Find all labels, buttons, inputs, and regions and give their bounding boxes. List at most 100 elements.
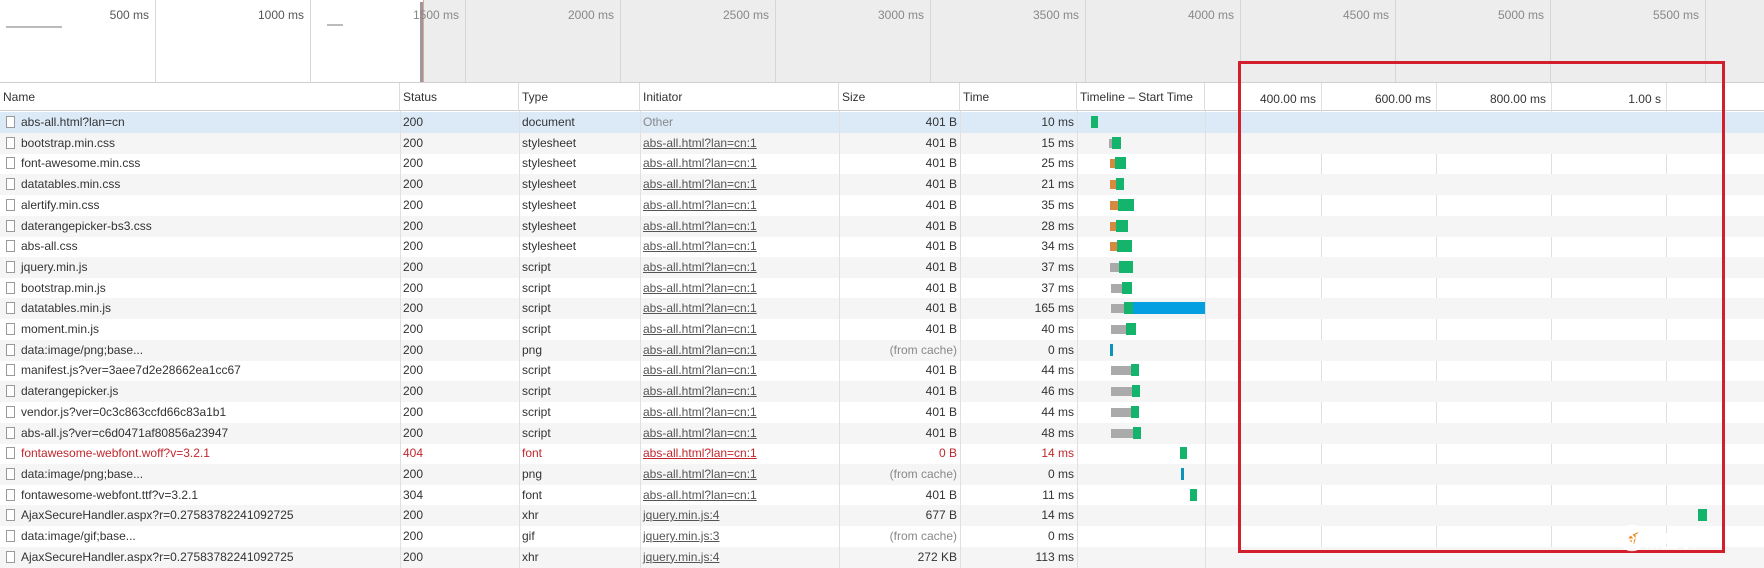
initiator-link[interactable]: abs-all.html?lan=cn:1 [643, 156, 757, 170]
column-divider [640, 111, 641, 568]
initiator-link[interactable]: abs-all.html?lan=cn:1 [643, 322, 757, 336]
request-initiator[interactable]: abs-all.html?lan=cn:1 [640, 236, 839, 257]
initiator-link[interactable]: abs-all.html?lan=cn:1 [643, 426, 757, 440]
request-initiator[interactable]: abs-all.html?lan=cn:1 [640, 443, 839, 464]
initiator-link[interactable]: abs-all.html?lan=cn:1 [643, 260, 757, 274]
request-name-cell[interactable]: fontawesome-webfont.ttf?v=3.2.1 [0, 485, 400, 506]
request-name-cell[interactable]: data:image/png;base... [0, 340, 400, 361]
request-status: 200 [403, 363, 424, 378]
request-name: daterangepicker-bs3.css [21, 218, 152, 233]
request-name-cell[interactable]: manifest.js?ver=3aee7d2e28662ea1cc67 [0, 360, 400, 381]
request-name-cell[interactable]: data:image/gif;base... [0, 526, 400, 547]
overview-tick-line [155, 0, 156, 82]
request-name-cell[interactable]: data:image/png;base... [0, 464, 400, 485]
initiator-link[interactable]: jquery.min.js:4 [643, 508, 719, 522]
file-icon [6, 467, 15, 480]
initiator-link[interactable]: abs-all.html?lan=cn:1 [643, 384, 757, 398]
request-initiator[interactable]: abs-all.html?lan=cn:1 [640, 340, 839, 361]
initiator-link[interactable]: abs-all.html?lan=cn:1 [643, 467, 757, 481]
request-initiator[interactable]: jquery.min.js:3 [640, 526, 839, 547]
request-initiator[interactable]: jquery.min.js:4 [640, 547, 839, 568]
initiator-link[interactable]: abs-all.html?lan=cn:1 [643, 488, 757, 502]
request-name-cell[interactable]: font-awesome.min.css [0, 153, 400, 174]
column-header-timeline[interactable]: Timeline – Start Time [1077, 83, 1205, 111]
request-initiator[interactable]: abs-all.html?lan=cn:1 [640, 278, 839, 299]
request-type: script [522, 404, 551, 419]
request-name-cell[interactable]: AjaxSecureHandler.aspx?r=0.2758378224109… [0, 547, 400, 568]
request-type: script [522, 363, 551, 378]
overview-tick-label: 4500 ms [1342, 8, 1389, 22]
initiator-link[interactable]: jquery.min.js:4 [643, 550, 719, 564]
column-header-size[interactable]: Size [839, 83, 960, 111]
request-name-cell[interactable]: daterangepicker-bs3.css [0, 216, 400, 237]
request-initiator[interactable]: abs-all.html?lan=cn:1 [640, 319, 839, 340]
overview-tick-label: 1000 ms [257, 8, 304, 22]
request-initiator[interactable]: abs-all.html?lan=cn:1 [640, 174, 839, 195]
request-size: 401 B [925, 425, 957, 440]
request-initiator[interactable]: abs-all.html?lan=cn:1 [640, 464, 839, 485]
request-status: 200 [403, 197, 424, 212]
request-name-cell[interactable]: moment.min.js [0, 319, 400, 340]
file-icon [6, 219, 15, 232]
request-time: 11 ms [1042, 487, 1074, 502]
request-name-cell[interactable]: jquery.min.js [0, 257, 400, 278]
request-name-cell[interactable]: alertify.min.css [0, 195, 400, 216]
initiator-link[interactable]: abs-all.html?lan=cn:1 [643, 343, 757, 357]
request-initiator[interactable]: abs-all.html?lan=cn:1 [640, 381, 839, 402]
request-name-cell[interactable]: AjaxSecureHandler.aspx?r=0.2758378224109… [0, 505, 400, 526]
timeline-bar [1091, 116, 1098, 128]
request-name: AjaxSecureHandler.aspx?r=0.2758378224109… [21, 549, 294, 564]
column-header-time[interactable]: Time [960, 83, 1077, 111]
request-initiator[interactable]: abs-all.html?lan=cn:1 [640, 195, 839, 216]
request-name-cell[interactable]: bootstrap.min.css [0, 133, 400, 154]
file-icon [6, 260, 15, 273]
request-name-cell[interactable]: fontawesome-webfont.woff?v=3.2.1 [0, 443, 400, 464]
request-name-cell[interactable]: vendor.js?ver=0c3c863ccfd66c83a1b1 [0, 402, 400, 423]
initiator-link[interactable]: abs-all.html?lan=cn:1 [643, 177, 757, 191]
column-header-status[interactable]: Status [400, 83, 519, 111]
initiator-link[interactable]: abs-all.html?lan=cn:1 [643, 301, 757, 315]
overview-tick-label: 1500 ms [412, 8, 459, 22]
request-initiator[interactable]: abs-all.html?lan=cn:1 [640, 360, 839, 381]
request-initiator[interactable]: abs-all.html?lan=cn:1 [640, 423, 839, 444]
column-header-name[interactable]: Name [0, 83, 400, 111]
initiator-link[interactable]: abs-all.html?lan=cn:1 [643, 198, 757, 212]
initiator-link[interactable]: abs-all.html?lan=cn:1 [643, 363, 757, 377]
timeline-bar [1131, 405, 1139, 418]
request-name-cell[interactable]: datatables.min.js [0, 298, 400, 319]
request-initiator[interactable]: abs-all.html?lan=cn:1 [640, 402, 839, 423]
request-initiator[interactable]: abs-all.html?lan=cn:1 [640, 257, 839, 278]
column-header-type[interactable]: Type [519, 83, 640, 111]
initiator-link[interactable]: jquery.min.js:3 [643, 529, 719, 543]
initiator-link[interactable]: abs-all.html?lan=cn:1 [643, 219, 757, 233]
request-initiator[interactable]: jquery.min.js:4 [640, 505, 839, 526]
request-name-cell[interactable]: daterangepicker.js [0, 381, 400, 402]
request-initiator[interactable]: abs-all.html?lan=cn:1 [640, 153, 839, 174]
timeline-bar [1110, 200, 1118, 210]
timeline-bar [1112, 136, 1121, 149]
request-name-cell[interactable]: abs-all.html?lan=cn [0, 112, 400, 133]
timeline-bar [1111, 325, 1126, 334]
request-time: 48 ms [1041, 425, 1074, 440]
request-initiator[interactable]: abs-all.html?lan=cn:1 [640, 298, 839, 319]
initiator-link[interactable]: abs-all.html?lan=cn:1 [643, 281, 757, 295]
request-initiator[interactable]: abs-all.html?lan=cn:1 [640, 216, 839, 237]
request-time: 113 ms [1035, 549, 1074, 564]
request-status: 304 [403, 487, 424, 502]
request-name-cell[interactable]: abs-all.js?ver=c6d0471af80856a23947 [0, 423, 400, 444]
initiator-link[interactable]: abs-all.html?lan=cn:1 [643, 239, 757, 253]
request-name-cell[interactable]: bootstrap.min.js [0, 278, 400, 299]
timeline-bar [1117, 240, 1132, 253]
file-icon [6, 323, 15, 335]
request-name-cell[interactable]: datatables.min.css [0, 174, 400, 195]
request-initiator[interactable]: abs-all.html?lan=cn:1 [640, 485, 839, 506]
initiator-link[interactable]: abs-all.html?lan=cn:1 [643, 136, 757, 150]
request-name-cell[interactable]: abs-all.css [0, 236, 400, 257]
overview-tick-label: 5500 ms [1652, 8, 1699, 22]
initiator-link[interactable]: abs-all.html?lan=cn:1 [643, 446, 757, 460]
initiator-link[interactable]: abs-all.html?lan=cn:1 [643, 405, 757, 419]
file-icon [6, 550, 15, 563]
request-initiator[interactable]: abs-all.html?lan=cn:1 [640, 133, 839, 154]
timeline-bar [1132, 385, 1140, 398]
column-header-initiator[interactable]: Initiator [640, 83, 839, 111]
